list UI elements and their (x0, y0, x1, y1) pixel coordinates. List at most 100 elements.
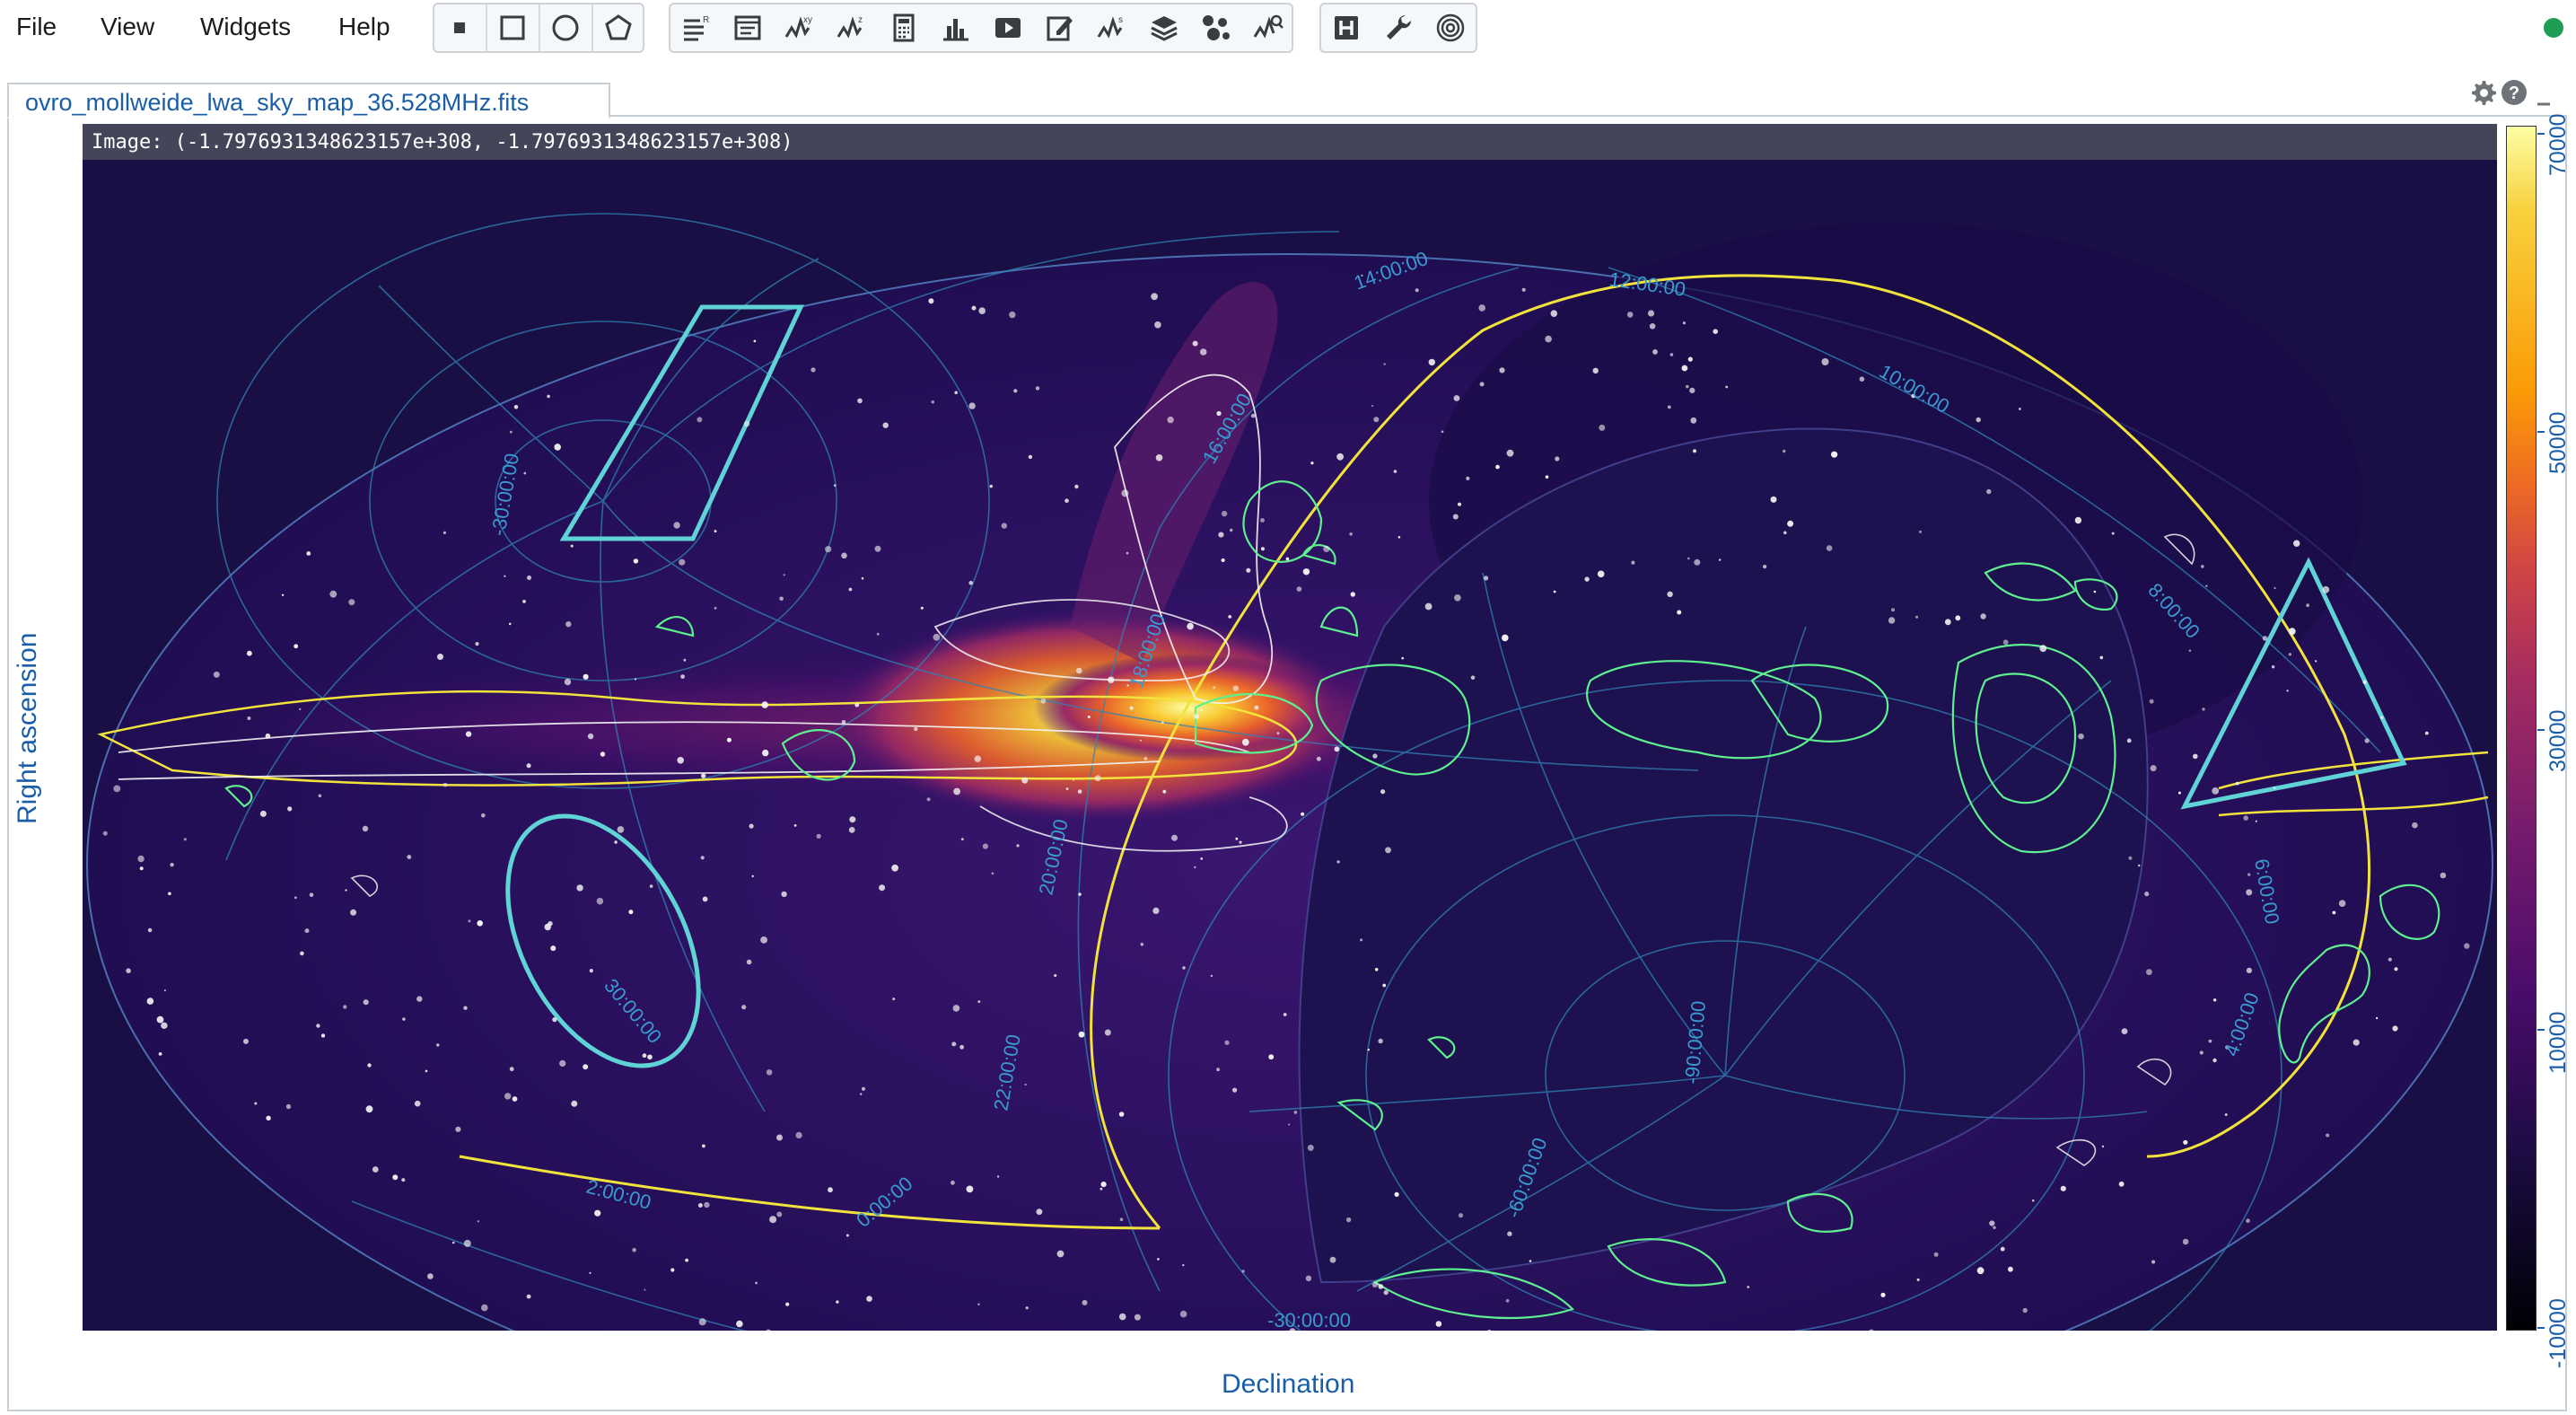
point-source (559, 1059, 566, 1067)
point-source (2262, 636, 2268, 641)
point-source (1989, 1220, 1995, 1226)
point-source (795, 1131, 802, 1138)
render-config-button[interactable] (1035, 4, 1085, 51)
point-source (1268, 1054, 1275, 1060)
polygon-region-button[interactable] (593, 4, 644, 51)
point-source (793, 824, 797, 827)
point-region-button[interactable] (434, 4, 485, 51)
point-source (2246, 889, 2253, 896)
point-source (1129, 706, 1134, 710)
point-source (2392, 1025, 2398, 1032)
point-source (647, 1054, 653, 1060)
spectral-line-query-button[interactable] (1243, 4, 1293, 51)
ellipse-icon (552, 14, 579, 41)
point-source (1074, 484, 1079, 489)
point-source (1502, 634, 1509, 642)
point-source (1933, 1252, 1939, 1257)
point-source (565, 621, 572, 628)
point-source (1293, 1111, 1298, 1114)
menu-view[interactable]: View (101, 13, 154, 41)
point-source (776, 1134, 783, 1141)
point-source (1305, 1275, 1312, 1282)
histogram-button[interactable] (931, 4, 981, 51)
point-source (697, 1203, 703, 1208)
point-source (1787, 520, 1794, 527)
point-source (2306, 603, 2310, 608)
stokes-icon: s (1097, 15, 1123, 39)
point-source (1151, 293, 1158, 301)
image-view-tab[interactable]: ovro_mollweide_lwa_sky_map_36.528MHz.fit… (7, 83, 610, 119)
point-source (1126, 551, 1129, 555)
point-source (2126, 738, 2132, 743)
stokes-analysis-button[interactable]: s (1087, 4, 1137, 51)
region-list-button[interactable]: R (670, 4, 721, 51)
animator-button[interactable] (983, 4, 1033, 51)
point-source (1072, 778, 1074, 781)
point-source (781, 891, 787, 898)
point-source (552, 1017, 557, 1023)
image-canvas[interactable]: 14:00:00 12:00:00 16:00:00 10:00:00 18:0… (83, 124, 2497, 1331)
point-source (147, 927, 153, 933)
spectral-profiler-button[interactable]: z (827, 4, 877, 51)
menu-help[interactable]: Help (338, 13, 390, 41)
point-source (1100, 1182, 1107, 1188)
point-source (1667, 591, 1673, 597)
point-source (436, 1043, 440, 1047)
menu-widgets[interactable]: Widgets (200, 13, 291, 41)
point-source (1192, 340, 1198, 347)
contour-config-button[interactable] (1425, 4, 1476, 51)
point-source (2464, 943, 2470, 949)
colorbar-label-30000: 30000 (2545, 709, 2571, 772)
point-source (1056, 1250, 1065, 1258)
ellipse-region-button[interactable] (540, 4, 591, 51)
menu-file[interactable]: File (16, 13, 57, 41)
point-source (2271, 665, 2275, 669)
catalog-button[interactable] (1191, 4, 1241, 51)
point-source (701, 773, 706, 778)
point-source (1230, 528, 1233, 532)
point-source (163, 989, 166, 992)
file-header-button[interactable] (723, 4, 773, 51)
sky-map-image[interactable]: 14:00:00 12:00:00 16:00:00 10:00:00 18:0… (83, 124, 2497, 1331)
point-source (617, 826, 625, 833)
point-source (318, 794, 322, 798)
colorbar[interactable] (2506, 126, 2537, 1331)
point-source (1118, 1112, 1125, 1117)
image-list-button[interactable] (1139, 4, 1189, 51)
point-source (1631, 560, 1635, 565)
polygon-icon (605, 14, 632, 40)
point-source (1592, 367, 1599, 374)
point-source (407, 855, 412, 859)
point-source (714, 530, 717, 533)
point-source (2255, 820, 2257, 822)
point-source (1484, 576, 1489, 581)
widget-toolbar: R xy z s (669, 3, 1293, 53)
point-source (475, 642, 479, 646)
point-source (287, 806, 293, 812)
point-source (1239, 840, 1242, 844)
point-source (1001, 523, 1007, 529)
point-source (1367, 1049, 1371, 1051)
catalog-icon (1203, 15, 1230, 40)
rectangle-region-button[interactable] (487, 4, 538, 51)
point-source (583, 673, 589, 680)
minimize-icon[interactable] (2535, 92, 2553, 110)
point-source (1213, 686, 1216, 690)
point-source (137, 855, 145, 863)
point-source (425, 1069, 428, 1073)
point-source (779, 596, 784, 602)
gear-icon[interactable] (2468, 77, 2497, 106)
point-source (680, 674, 685, 679)
preferences-button[interactable] (1373, 4, 1424, 51)
spatial-profiler-button[interactable]: xy (775, 4, 825, 51)
statistics-button[interactable] (879, 4, 929, 51)
point-source (1599, 424, 1606, 431)
point-source (1182, 966, 1186, 970)
colorbar-tick (2537, 1327, 2545, 1329)
point-source (1216, 1068, 1220, 1072)
hips-button[interactable] (1321, 4, 1371, 51)
point-source (2150, 765, 2157, 772)
point-source (1694, 558, 1701, 566)
point-source (1457, 502, 1462, 506)
help-icon[interactable]: ? (2501, 79, 2528, 106)
